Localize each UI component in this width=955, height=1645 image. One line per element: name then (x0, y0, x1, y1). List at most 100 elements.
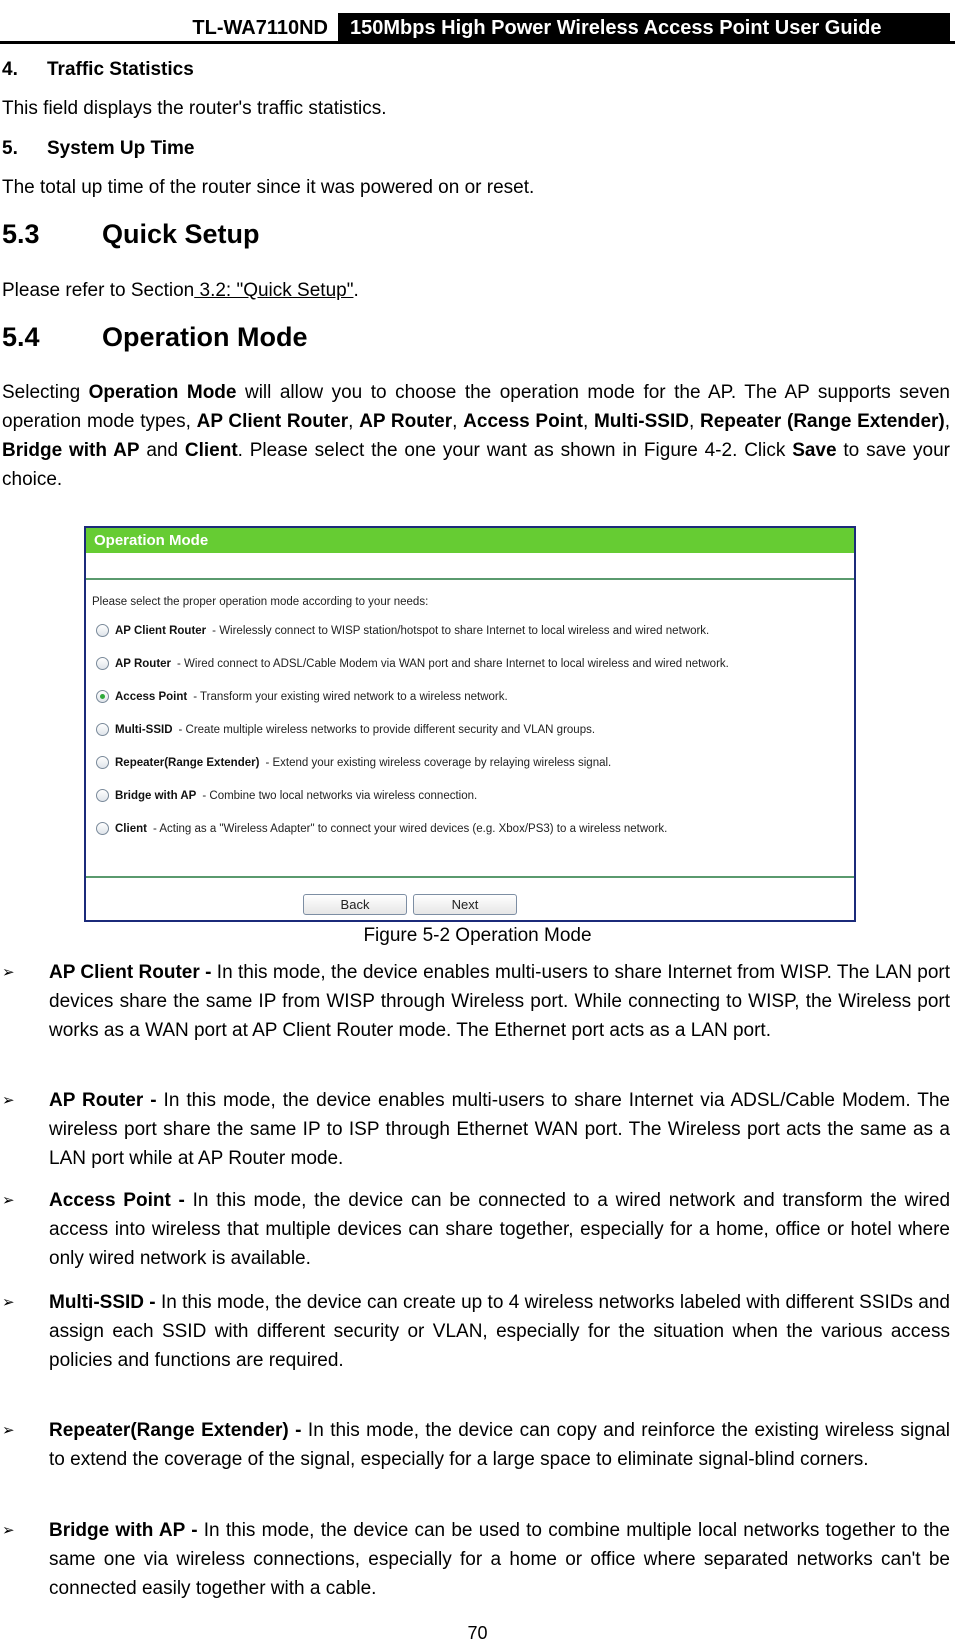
bullet-body: AP Router - In this mode, the device ena… (49, 1086, 950, 1173)
mode-option[interactable]: AP Router - Wired connect to ADSL/Cable M… (96, 657, 729, 670)
text-run: , (348, 411, 360, 432)
page-number: 70 (467, 1623, 488, 1643)
bullet-arrow-icon: ➢ (2, 1192, 15, 1209)
mode-bullet: ➢ AP Router - In this mode, the device en… (2, 1086, 950, 1173)
text-suffix: . (353, 280, 359, 301)
section-number: 5.4 (2, 322, 40, 352)
header-guide-title: 150Mbps High Power Wireless Access Point… (338, 13, 950, 43)
bullet-arrow-icon: ➢ (2, 1522, 15, 1539)
item-title: Traffic Statistics (47, 59, 194, 80)
bold-term: Access Point (463, 411, 583, 432)
mode-bullet: ➢ AP Client Router - In this mode, the de… (2, 958, 950, 1045)
bullet-arrow-icon: ➢ (2, 964, 15, 981)
radio-icon[interactable] (96, 624, 109, 637)
bold-term: AP Client Router (196, 411, 349, 432)
text-run: , (688, 411, 700, 432)
bold-term: Repeater (Range Extender) (699, 411, 945, 432)
item-number: 4. (2, 59, 18, 80)
text-run: , (582, 411, 594, 432)
mode-option[interactable]: Repeater(Range Extender) - Extend your ex… (96, 756, 611, 769)
mode-option[interactable]: Multi-SSID - Create multiple wireless net… (96, 723, 595, 736)
text-run: , (452, 411, 464, 432)
text-run: , (944, 411, 951, 432)
next-button[interactable]: Next (413, 894, 517, 915)
bullet-text: In this mode, the device enables multi-u… (49, 1090, 950, 1169)
section-link[interactable]: 3.2: "Quick Setup" (194, 280, 353, 301)
option-name: AP Client Router (115, 624, 207, 637)
panel-title: Operation Mode (86, 528, 854, 553)
bullet-body: Access Point - In this mode, the device … (49, 1186, 950, 1273)
bullet-term: Access Point - (49, 1190, 185, 1211)
section-title: Operation Mode (102, 322, 308, 352)
bold-term: Save (792, 440, 837, 461)
quick-setup-text: Please refer to Section 3.2: "Quick Setu… (2, 276, 359, 305)
option-description: - Wirelessly connect to WISP station/hot… (212, 624, 710, 637)
section-heading-quick-setup: 5.3 Quick Setup (2, 220, 260, 249)
option-name: Bridge with AP (115, 789, 197, 802)
bullet-body: AP Client Router - In this mode, the dev… (49, 958, 950, 1045)
item-title: System Up Time (47, 138, 195, 159)
mode-option[interactable]: AP Client Router - Wirelessly connect to … (96, 624, 709, 637)
bullet-body: Bridge with AP - In this mode, the devic… (49, 1516, 950, 1603)
option-name: Repeater(Range Extender) (115, 756, 260, 769)
radio-icon[interactable] (96, 789, 109, 802)
bullet-term: Repeater(Range Extender) - (49, 1420, 302, 1441)
bold-term: Operation Mode (88, 382, 237, 403)
option-description: - Acting as a "Wireless Adapter" to conn… (152, 822, 668, 835)
header-rule (0, 41, 955, 44)
divider (86, 876, 854, 878)
item-heading-uptime: 5. System Up Time (2, 134, 194, 163)
panel-prompt: Please select the proper operation mode … (92, 596, 429, 608)
section-heading-operation-mode: 5.4 Operation Mode (2, 323, 308, 352)
option-description: - Extend your existing wireless coverage… (265, 756, 612, 769)
option-name: Access Point (115, 690, 188, 703)
text-prefix: Please refer to Section (2, 280, 195, 301)
radio-selected-icon[interactable] (96, 690, 109, 703)
item-heading-traffic: 4. Traffic Statistics (2, 55, 194, 84)
bullet-term: Multi-SSID - (49, 1292, 156, 1313)
option-description: - Wired connect to ADSL/Cable Modem via … (177, 657, 729, 670)
divider (86, 578, 854, 580)
option-name: AP Router (115, 657, 172, 670)
bullet-term: AP Client Router - (49, 962, 212, 983)
bold-term: Client (184, 440, 238, 461)
text-run: . Please select the one your want as sho… (237, 440, 793, 461)
bullet-term: Bridge with AP - (49, 1520, 198, 1541)
radio-icon[interactable] (96, 723, 109, 736)
bullet-term: AP Router - (49, 1090, 157, 1111)
bullet-body: Repeater(Range Extender) - In this mode,… (49, 1416, 950, 1474)
mode-bullet: ➢ Access Point - In this mode, the device… (2, 1186, 950, 1273)
text-run: and (139, 440, 185, 461)
mode-bullet: ➢ Multi-SSID - In this mode, the device c… (2, 1288, 950, 1375)
figure-caption: Figure 5-2 Operation Mode (363, 925, 592, 946)
bold-term: Bridge with AP (2, 440, 140, 461)
bold-term: Multi-SSID (593, 411, 689, 432)
radio-icon[interactable] (96, 822, 109, 835)
item-text-traffic: This field displays the router's traffic… (2, 98, 387, 119)
mode-option[interactable]: Access Point - Transform your existing wi… (96, 690, 508, 703)
mode-option[interactable]: Client - Acting as a "Wireless Adapter" t… (96, 822, 667, 835)
text-run: Selecting (2, 382, 89, 403)
option-description: - Create multiple wireless networks to p… (178, 723, 596, 736)
mode-bullet: ➢ Bridge with AP - In this mode, the devi… (2, 1516, 950, 1603)
header-model: TL-WA7110ND (192, 17, 328, 39)
item-text-uptime: The total up time of the router since it… (2, 177, 535, 198)
bullet-text: In this mode, the device can be connecte… (49, 1190, 951, 1269)
operation-mode-figure: Operation Mode Please select the proper … (84, 526, 856, 922)
back-button[interactable]: Back (303, 894, 407, 915)
radio-icon[interactable] (96, 756, 109, 769)
section-title: Quick Setup (102, 219, 260, 249)
option-description: - Combine two local networks via wireles… (202, 789, 478, 802)
option-name: Multi-SSID (115, 723, 173, 736)
radio-icon[interactable] (96, 657, 109, 670)
operation-mode-intro: Selecting Operation Mode will allow you … (2, 378, 950, 494)
section-number: 5.3 (2, 219, 40, 249)
mode-option[interactable]: Bridge with AP - Combine two local networ… (96, 789, 477, 802)
bullet-arrow-icon: ➢ (2, 1422, 15, 1439)
bullet-arrow-icon: ➢ (2, 1092, 15, 1109)
bullet-arrow-icon: ➢ (2, 1294, 15, 1311)
bullet-body: Multi-SSID - In this mode, the device ca… (49, 1288, 950, 1375)
option-name: Client (115, 822, 147, 835)
mode-bullet: ➢ Repeater(Range Extender) - In this mode… (2, 1416, 950, 1474)
item-number: 5. (2, 138, 18, 159)
